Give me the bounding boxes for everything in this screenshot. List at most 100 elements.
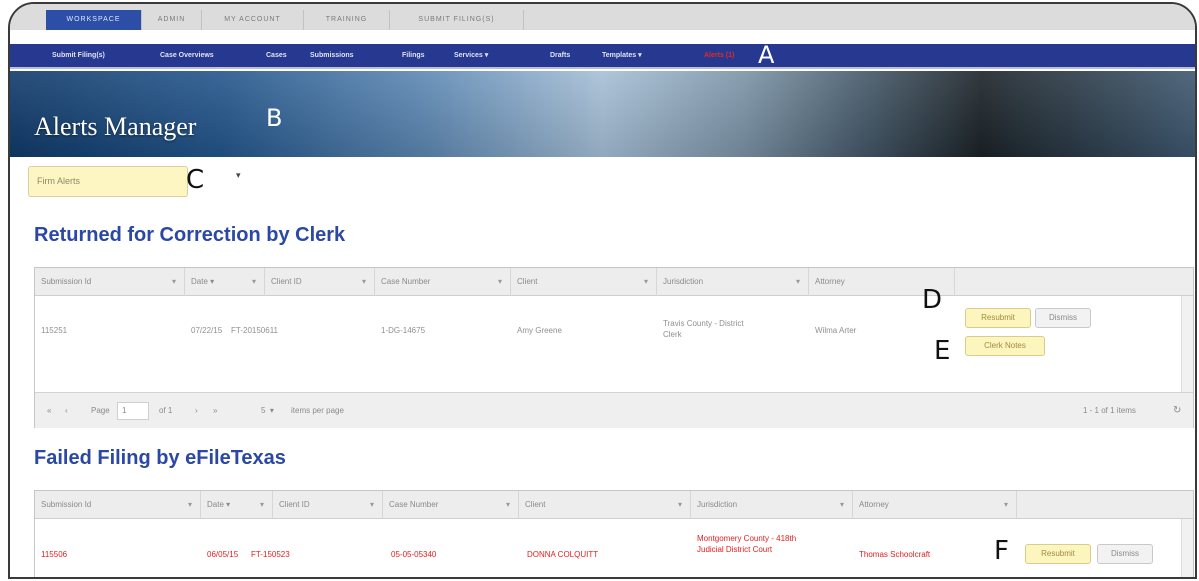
refresh-icon[interactable]: ↻ [1173,393,1181,429]
dismiss-button[interactable]: Dismiss [1035,308,1091,328]
nav-templates[interactable]: Templates ▾ [602,44,642,67]
col-label: Client ID [279,500,310,509]
column-menu-icon[interactable]: ▾ [1004,491,1008,519]
tab-submit-filings[interactable]: SUBMIT FILING(S) [390,10,524,30]
returned-grid: Submission Id ▾ Date ▾ ▾ Client ID ▾ Case N… [34,267,1194,428]
grid-pager: « ‹ Page 1 of 1 › » 5 ▾ items per page 1… [35,392,1193,428]
callout-b: B [266,104,283,132]
page-number-input[interactable]: 1 [117,402,149,420]
page-label: Page [91,406,110,415]
page-title: Alerts Manager [34,112,197,141]
column-menu-icon[interactable]: ▾ [260,491,264,519]
column-menu-icon[interactable]: ▾ [370,491,374,519]
col-label: Client ID [271,277,302,286]
resubmit-button[interactable]: Resubmit [965,308,1031,328]
alert-filter-select[interactable]: Firm Alerts [28,166,188,197]
column-menu-icon[interactable]: ▾ [498,268,502,296]
dismiss-button[interactable]: Dismiss [1097,544,1153,564]
col-label: Client [517,277,538,286]
cell-submission-id: 115506 [41,550,68,559]
first-page-icon[interactable]: « [47,393,51,429]
cell-attorney: Thomas Schoolcraft [859,550,931,559]
column-menu-icon[interactable]: ▾ [252,268,256,296]
chevron-down-icon: ▾ [484,52,489,59]
column-menu-icon[interactable]: ▾ [796,268,800,296]
next-page-icon[interactable]: › [195,393,198,429]
col-submission-id[interactable]: Submission Id ▾ [35,268,185,296]
nav-templates-label: Templates [602,52,637,59]
col-jurisdiction[interactable]: Jurisdiction ▾ [691,491,853,519]
col-label: Client [525,500,546,509]
page-count-label: of 1 [159,406,173,415]
tab-training[interactable]: TRAINING [304,10,390,30]
col-attorney[interactable]: Attorney ▾ [853,491,1017,519]
app-window: WORKSPACE ADMIN MY ACCOUNT TRAINING SUBM… [8,2,1197,579]
chevron-down-icon[interactable]: ▾ [236,170,241,181]
tab-my-account[interactable]: MY ACCOUNT [202,10,304,30]
col-client[interactable]: Client ▾ [511,268,657,296]
nav-cases[interactable]: Cases [266,44,287,67]
cell-jurisdiction: Montgomery County - 418th Judicial Distr… [697,534,797,554]
vertical-scrollbar[interactable] [1181,296,1193,392]
items-per-page-label: items per page [291,406,344,415]
col-client-id[interactable]: Client ID ▾ [265,268,375,296]
page-size-select[interactable]: 5 ▾ [261,393,274,429]
tab-admin[interactable]: ADMIN [142,10,202,30]
nav-services[interactable]: Services ▾ [454,44,488,67]
col-jurisdiction[interactable]: Jurisdiction ▾ [657,268,809,296]
cell-submission-id: 115251 [41,326,68,335]
page-banner: Alerts Manager B [10,71,1195,157]
column-menu-icon[interactable]: ▾ [188,491,192,519]
cell-client-id: FT-150523 [251,550,290,559]
cell-date: 07/22/15 [191,326,223,335]
col-label: Case Number [389,500,439,509]
grid-header: Submission Id ▾ Date ▾ ▾ Client ID ▾ Case N… [35,491,1193,519]
column-menu-icon[interactable]: ▾ [644,268,648,296]
column-menu-icon[interactable]: ▾ [506,491,510,519]
callout-e: E [934,336,951,366]
column-menu-icon[interactable]: ▾ [678,491,682,519]
cell-case-number: 05-05-05340 [391,550,437,559]
callout-c: C [186,165,205,195]
col-client-id[interactable]: Client ID ▾ [273,491,383,519]
column-menu-icon[interactable]: ▾ [840,491,844,519]
cell-attorney: Wilma Arter [815,326,857,335]
chevron-down-icon: ▾ [269,406,274,415]
col-label: Submission Id [41,277,92,286]
nav-case-overviews[interactable]: Case Overviews [160,44,214,67]
col-submission-id[interactable]: Submission Id ▾ [35,491,201,519]
returned-section-title: Returned for Correction by Clerk [34,224,346,246]
col-case-number[interactable]: Case Number ▾ [375,268,511,296]
cell-client-id: FT-20150611 [231,326,278,335]
col-client[interactable]: Client ▾ [519,491,691,519]
col-label: Date ▾ [191,277,215,286]
last-page-icon[interactable]: » [213,393,217,429]
nav-drafts[interactable]: Drafts [550,44,570,67]
top-tab-bar: WORKSPACE ADMIN MY ACCOUNT TRAINING SUBM… [10,4,1195,30]
col-date[interactable]: Date ▾ ▾ [201,491,273,519]
nav-filings[interactable]: Filings [402,44,425,67]
failed-section-title: Failed Filing by eFileTexas [34,447,286,469]
clerk-notes-button[interactable]: Clerk Notes [965,336,1045,356]
resubmit-button[interactable]: Resubmit [1025,544,1091,564]
callout-a: A [758,41,775,69]
prev-page-icon[interactable]: ‹ [65,393,68,429]
column-menu-icon[interactable]: ▾ [362,268,366,296]
nav-submissions[interactable]: Submissions [310,44,354,67]
cell-case-number: 1-DG-14675 [381,326,426,335]
tab-workspace[interactable]: WORKSPACE [46,10,142,30]
cell-client: DONNA COLQUITT [527,550,599,559]
column-menu-icon[interactable]: ▾ [172,268,176,296]
callout-d: D [922,285,943,315]
nav-alerts[interactable]: Alerts (1) [704,44,734,67]
page-size-value: 5 [261,406,266,415]
alerts-count-badge: (1) [725,52,735,59]
col-date[interactable]: Date ▾ ▾ [185,268,265,296]
nav-submit-filings[interactable]: Submit Filing(s) [52,44,105,67]
col-case-number[interactable]: Case Number ▾ [383,491,519,519]
callout-f: F [994,536,1009,566]
vertical-scrollbar[interactable] [1181,519,1193,577]
col-label: Attorney [859,500,889,509]
grid-header: Submission Id ▾ Date ▾ ▾ Client ID ▾ Case N… [35,268,1193,296]
failed-grid: Submission Id ▾ Date ▾ ▾ Client ID ▾ Case N… [34,490,1194,577]
